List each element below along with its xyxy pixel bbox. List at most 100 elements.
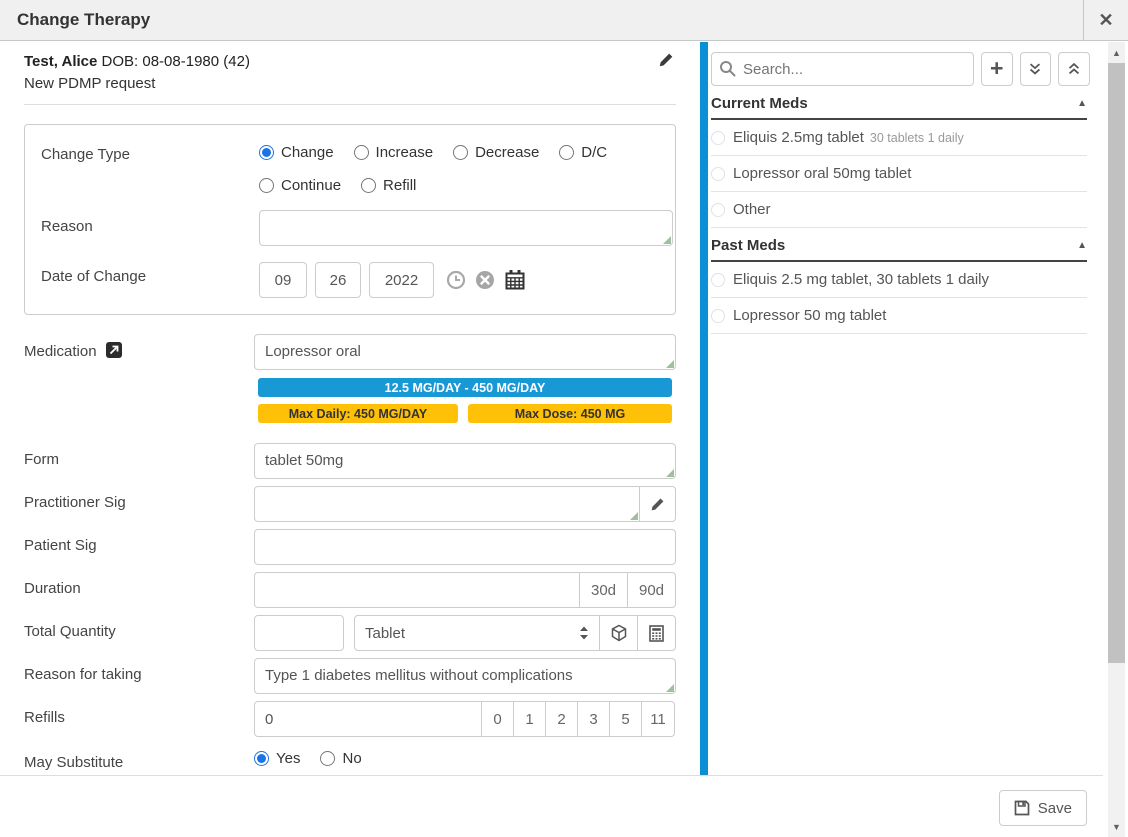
med-search-input[interactable] [711,52,974,86]
patient-sig-label: Patient Sig [24,529,254,554]
refills-0-button[interactable]: 0 [481,701,514,737]
substitute-yes-radio[interactable]: Yes [254,750,300,767]
modal-title: Change Therapy [0,10,150,30]
double-chevron-up-icon [1066,61,1082,77]
collapse-section-icon[interactable]: ▲ [1077,98,1087,109]
med-search-box [711,52,974,86]
date-month-input[interactable] [259,262,307,298]
refills-input[interactable] [254,701,482,737]
med-item-eliquis-past[interactable]: Eliquis 2.5 mg tablet, 30 tablets 1 dail… [711,262,1087,298]
pencil-icon [650,497,665,512]
open-calendar-button[interactable] [504,269,526,291]
calculator-button[interactable] [637,615,676,651]
substitute-no-input[interactable] [320,751,335,766]
close-button[interactable]: ✕ [1083,0,1128,40]
med-item-lopressor-past[interactable]: Lopressor 50 mg tablet [711,298,1087,334]
edit-patient-button[interactable] [658,52,674,68]
refills-label: Refills [24,701,254,726]
scrollbar-thumb[interactable] [1108,63,1125,663]
med-item-lopressor-current[interactable]: Lopressor oral 50mg tablet [711,156,1087,192]
radio-dc-input[interactable] [559,145,574,160]
medication-textarea[interactable]: Lopressor oral [254,334,676,370]
form-label: Form [24,443,254,468]
med-item-other[interactable]: Other [711,192,1087,228]
expand-all-button[interactable] [1020,52,1052,86]
modal-header: Change Therapy [0,0,1128,41]
reason-label: Reason [41,210,259,235]
duration-30d-button[interactable]: 30d [579,572,628,608]
resize-handle[interactable] [630,512,638,520]
resize-handle[interactable] [666,469,674,477]
radio-refill[interactable]: Refill [361,177,416,194]
patient-name: Test, Alice [24,53,97,70]
total-quantity-input[interactable] [254,615,344,651]
pencil-icon [658,52,674,68]
change-therapy-form: Test, Alice DOB: 08-08-1980 (42) New PDM… [0,42,700,815]
pdmp-request-link[interactable]: New PDMP request [24,75,676,92]
current-meds-header: Current Meds ▲ [711,95,1087,120]
quantity-unit-select[interactable]: Tablet [354,615,600,651]
double-chevron-down-icon [1027,61,1043,77]
practitioner-sig-label: Practitioner Sig [24,486,254,511]
medication-external-link-button[interactable] [106,342,122,358]
refills-2-button[interactable]: 2 [545,701,578,737]
form-textarea[interactable]: tablet 50mg [254,443,676,479]
meds-sidebar: + Current Meds ▲ Eliquis 2.5mg tablet 30… [708,42,1090,334]
substitute-no-radio[interactable]: No [320,750,361,767]
clear-date-button[interactable] [475,270,495,290]
refills-1-button[interactable]: 1 [513,701,546,737]
refills-5-button[interactable]: 5 [609,701,642,737]
radio-change[interactable]: Change [259,144,334,161]
change-details-box: Change Type Change Increase Decrease [24,124,676,315]
dose-range-badge: 12.5 MG/DAY - 450 MG/DAY [258,378,672,397]
med-item-eliquis-current[interactable]: Eliquis 2.5mg tablet 30 tablets 1 daily [711,120,1087,156]
add-med-button[interactable]: + [981,52,1013,86]
date-year-input[interactable] [369,262,434,298]
resize-handle[interactable] [666,360,674,368]
radio-decrease[interactable]: Decrease [453,144,539,161]
refills-3-button[interactable]: 3 [577,701,610,737]
scroll-down-arrow[interactable]: ▼ [1108,818,1125,835]
radio-continue[interactable]: Continue [259,177,341,194]
scroll-up-arrow[interactable]: ▲ [1108,44,1125,61]
practitioner-sig-textarea[interactable] [254,486,640,522]
sidebar-accent-bar [700,42,708,775]
select-arrows-icon [577,624,591,642]
modal-footer: Save [0,775,1103,837]
duration-90d-button[interactable]: 90d [627,572,676,608]
may-substitute-label: May Substitute [24,746,254,771]
duration-input[interactable] [254,572,580,608]
cube-icon [610,624,628,642]
current-meds-title: Current Meds [711,95,808,112]
collapse-all-button[interactable] [1058,52,1090,86]
save-floppy-icon [1014,800,1030,816]
radio-continue-input[interactable] [259,178,274,193]
substitute-yes-input[interactable] [254,751,269,766]
set-time-now-button[interactable] [446,270,466,290]
package-button[interactable] [599,615,638,651]
radio-change-input[interactable] [259,145,274,160]
resize-handle[interactable] [663,236,671,244]
edit-sig-button[interactable] [639,486,676,522]
vertical-scrollbar[interactable]: ▲ ▼ [1108,42,1125,837]
radio-refill-input[interactable] [361,178,376,193]
resize-handle[interactable] [666,684,674,692]
patient-sig-input[interactable] [254,529,676,565]
reason-for-taking-textarea[interactable]: Type 1 diabetes mellitus without complic… [254,658,676,694]
date-of-change-label: Date of Change [41,260,259,285]
save-button[interactable]: Save [999,790,1087,826]
date-day-input[interactable] [315,262,361,298]
radio-increase-input[interactable] [354,145,369,160]
radio-increase[interactable]: Increase [354,144,434,161]
radio-decrease-input[interactable] [453,145,468,160]
med-circle-icon [711,273,725,287]
medication-label: Medication [24,343,97,360]
radio-dc[interactable]: D/C [559,144,607,161]
collapse-section-icon[interactable]: ▲ [1077,240,1087,251]
medication-label-wrap: Medication [24,334,254,360]
reason-textarea[interactable] [259,210,673,246]
med-circle-icon [711,309,725,323]
external-link-icon [106,342,122,358]
refills-11-button[interactable]: 11 [641,701,675,737]
past-meds-title: Past Meds [711,237,785,254]
